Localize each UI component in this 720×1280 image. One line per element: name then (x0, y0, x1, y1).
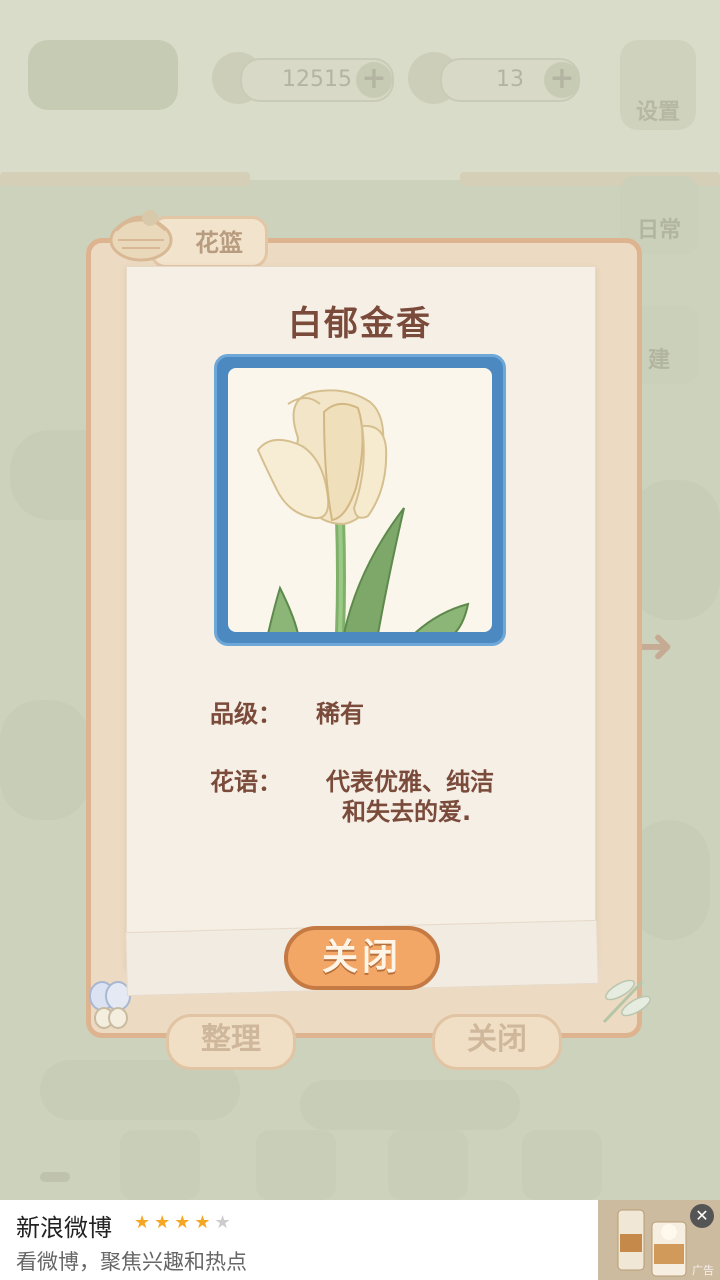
flower-language-label: 花语： (210, 768, 282, 796)
bottom-indicator (40, 1172, 70, 1182)
grade-label: 品级： (210, 700, 282, 728)
bottom-menu-slot[interactable] (120, 1130, 200, 1200)
ad-rating: ★★★★★ (134, 1212, 235, 1233)
close-icon: ✕ (695, 1206, 709, 1225)
daily-label: 日常 (636, 218, 681, 243)
ad-thumbnail[interactable]: ✕ 广告 (598, 1200, 720, 1280)
bottom-menu-slot[interactable] (522, 1130, 602, 1200)
plus-icon: + (549, 61, 575, 96)
close-button[interactable]: 关闭 (284, 926, 440, 990)
ad-close-button[interactable]: ✕ (690, 1204, 714, 1228)
basket-tab-label: 花篮 (195, 229, 243, 257)
basket-icon (109, 210, 173, 262)
flower-detail-card: 白郁金香 品级： 稀有 花语： 代表优雅、纯洁 和失去的爱. 关闭 (125, 266, 599, 1006)
grade-value: 稀有 (316, 700, 364, 728)
add-coins-button[interactable]: + (356, 62, 392, 98)
flower-illustration (228, 368, 492, 632)
floor-stone (630, 480, 720, 620)
white-tulip-icon (256, 389, 470, 632)
build-label: 建 (647, 348, 670, 373)
floor-stone (0, 700, 90, 820)
ad-banner[interactable]: 新浪微博 ★★★★★ 看微博，聚焦兴趣和热点 ✕ 广告 (0, 1200, 720, 1280)
floor-stone (300, 1080, 520, 1130)
flower-image-frame (214, 354, 506, 646)
ad-tag: 广告 (692, 1264, 714, 1277)
flower-language-line2: 和失去的爱. (342, 798, 472, 826)
basket-close-button[interactable]: 关闭 (432, 1014, 562, 1070)
cheese-value: 13 (496, 67, 524, 92)
ad-description: 看微博，聚焦兴趣和热点 (16, 1250, 247, 1274)
sort-button[interactable]: 整理 (166, 1014, 296, 1070)
star-filled-icon: ★★★★ (134, 1212, 215, 1233)
dragonfly-icon (602, 979, 651, 1024)
floor-stone (630, 820, 710, 940)
home-logo[interactable] (28, 40, 178, 110)
add-cheese-button[interactable]: + (544, 62, 580, 98)
ad-title: 新浪微博 (16, 1214, 112, 1242)
wall-shelf (0, 172, 250, 186)
coin-value: 12515 (282, 67, 352, 92)
sort-label: 整理 (201, 1022, 261, 1057)
top-hud: 12515 + 13 + 设置 (0, 40, 720, 130)
flower-name: 白郁金香 (288, 304, 432, 344)
plus-icon: + (361, 61, 387, 96)
star-empty-icon: ★ (214, 1212, 235, 1233)
settings-label: 设置 (635, 100, 680, 125)
bottom-menu-slot[interactable] (388, 1130, 468, 1200)
close-button-label: 关闭 (321, 937, 402, 978)
basket-close-label: 关闭 (467, 1022, 527, 1057)
settings-button[interactable]: 设置 (620, 40, 696, 130)
bottom-menu-slot[interactable] (256, 1130, 336, 1200)
